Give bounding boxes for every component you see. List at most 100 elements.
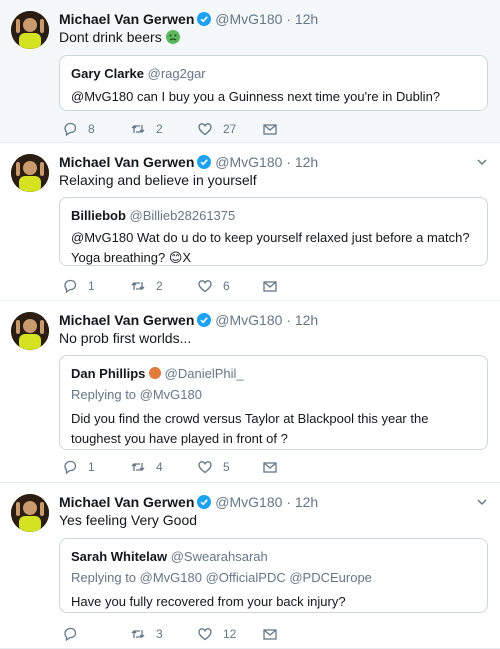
tweet-text-content: Dont drink beers xyxy=(59,29,162,45)
verified-badge-icon xyxy=(197,12,212,30)
direct-message-button[interactable] xyxy=(262,459,278,475)
tweet-actions: 3 12 xyxy=(62,626,282,642)
retweet-icon xyxy=(131,125,145,133)
quoted-text: Have you fully recovered from your back … xyxy=(71,594,346,609)
quoted-author-handle: @Billieb28261375 xyxy=(129,208,236,223)
separator-dot: · xyxy=(286,11,291,27)
tweet[interactable]: Michael Van Gerwen @MvG180 · 12h Yes fee… xyxy=(0,483,500,649)
chevron-down-icon[interactable] xyxy=(476,496,488,508)
quoted-text: @MvG180 Wat do u do to keep yourself rel… xyxy=(71,230,470,265)
author-handle[interactable]: @MvG180 xyxy=(215,312,282,328)
envelope-icon xyxy=(263,462,277,473)
avatar[interactable] xyxy=(11,312,49,350)
like-button[interactable]: 5 xyxy=(197,459,230,475)
heart-icon xyxy=(198,123,212,136)
quoted-author-name: Sarah Whitelaw xyxy=(71,549,168,564)
retweet-icon xyxy=(131,282,145,290)
verified-badge-icon xyxy=(197,313,212,331)
replying-to[interactable]: Replying to @MvG180 @OfficialPDC @PDCEur… xyxy=(71,569,476,587)
author-name[interactable]: Michael Van Gerwen xyxy=(59,154,194,170)
author-name[interactable]: Michael Van Gerwen xyxy=(59,312,194,328)
author-name[interactable]: Michael Van Gerwen xyxy=(59,11,194,27)
retweet-icon xyxy=(131,463,145,471)
avatar[interactable] xyxy=(11,154,49,192)
retweet-icon xyxy=(131,630,145,638)
reply-count: 1 xyxy=(88,279,95,293)
timestamp[interactable]: 12h xyxy=(295,11,318,27)
timestamp[interactable]: 12h xyxy=(295,154,318,170)
like-count: 12 xyxy=(223,627,237,641)
retweet-button[interactable]: 3 xyxy=(130,626,163,642)
quoted-text: @MvG180 can I buy you a Guinness next ti… xyxy=(71,89,441,104)
separator-dot: · xyxy=(286,312,291,328)
tweet[interactable]: Michael Van Gerwen @MvG180 · 12h No prob… xyxy=(0,301,500,483)
heart-icon xyxy=(198,280,212,293)
reply-button[interactable] xyxy=(62,626,88,642)
author-handle[interactable]: @MvG180 xyxy=(215,11,282,27)
retweet-button[interactable]: 2 xyxy=(130,278,163,294)
avatar[interactable] xyxy=(11,494,49,532)
quoted-tweet[interactable]: Sarah Whitelaw @Swearahsarah Replying to… xyxy=(59,538,488,613)
like-count: 27 xyxy=(223,122,237,136)
like-count: 5 xyxy=(223,460,230,474)
quoted-author-handle: @rag2gar xyxy=(147,66,206,81)
verified-badge-icon xyxy=(197,495,212,513)
avatar[interactable] xyxy=(11,11,49,49)
tweet[interactable]: Michael Van Gerwen @MvG180 · 12h Dont dr… xyxy=(0,0,500,143)
separator-dot: · xyxy=(286,154,291,170)
reply-button[interactable]: 1 xyxy=(62,278,95,294)
tweet-header: Michael Van Gerwen @MvG180 · 12h xyxy=(59,10,318,30)
reply-count: 8 xyxy=(88,122,95,136)
envelope-icon xyxy=(263,281,277,292)
direct-message-button[interactable] xyxy=(262,278,278,294)
like-button[interactable]: 6 xyxy=(197,278,230,294)
retweet-button[interactable]: 4 xyxy=(130,459,163,475)
tweet-feed: Michael Van Gerwen @MvG180 · 12h Dont dr… xyxy=(0,0,500,649)
tweet[interactable]: Michael Van Gerwen @MvG180 · 12h Relaxin… xyxy=(0,143,500,301)
author-handle[interactable]: @MvG180 xyxy=(215,494,282,510)
tweet-text: Dont drink beers xyxy=(59,28,180,46)
tweet-text: Relaxing and believe in yourself xyxy=(59,172,257,188)
tweet-actions: 1 4 5 xyxy=(62,459,282,475)
reply-icon xyxy=(64,122,77,137)
retweet-count: 2 xyxy=(156,279,163,293)
envelope-icon xyxy=(263,629,277,640)
quoted-tweet[interactable]: Billiebob @Billieb28261375 @MvG180 Wat d… xyxy=(59,197,488,266)
quoted-author-handle: @Swearahsarah xyxy=(170,549,268,564)
quoted-author-handle: @DanielPhil_ xyxy=(164,366,244,381)
tweet-header: Michael Van Gerwen @MvG180 · 12h xyxy=(59,153,318,173)
quoted-tweet[interactable]: Gary Clarke @rag2gar @MvG180 can I buy y… xyxy=(59,55,488,111)
replying-to[interactable]: Replying to @MvG180 xyxy=(71,386,476,404)
reply-button[interactable]: 8 xyxy=(62,121,95,137)
timestamp[interactable]: 12h xyxy=(295,312,318,328)
retweet-count: 3 xyxy=(156,627,163,641)
quoted-tweet[interactable]: Dan Phillips @DanielPhil_ Replying to @M… xyxy=(59,355,488,450)
tweet-actions: 1 2 6 xyxy=(62,278,282,294)
quoted-author-name: Dan Phillips xyxy=(71,366,146,381)
envelope-icon xyxy=(263,124,277,135)
heart-icon xyxy=(198,628,212,641)
direct-message-button[interactable] xyxy=(262,121,278,137)
nauseated-face-icon xyxy=(165,30,180,44)
like-button[interactable]: 12 xyxy=(197,626,236,642)
tweet-header: Michael Van Gerwen @MvG180 · 12h xyxy=(59,311,318,331)
reply-button[interactable]: 1 xyxy=(62,459,95,475)
heart-icon xyxy=(198,461,212,474)
like-button[interactable]: 27 xyxy=(197,121,236,137)
reply-count: 1 xyxy=(88,460,95,474)
direct-message-button[interactable] xyxy=(262,626,278,642)
author-handle[interactable]: @MvG180 xyxy=(215,154,282,170)
tweet-actions: 8 2 27 xyxy=(62,121,282,137)
chevron-down-icon[interactable] xyxy=(476,156,488,168)
retweet-button[interactable]: 2 xyxy=(130,121,163,137)
quoted-text: Did you find the crowd versus Taylor at … xyxy=(71,411,429,446)
author-name[interactable]: Michael Van Gerwen xyxy=(59,494,194,510)
reply-icon xyxy=(64,279,77,294)
like-count: 6 xyxy=(223,279,230,293)
timestamp[interactable]: 12h xyxy=(295,494,318,510)
reply-icon xyxy=(64,460,77,475)
separator-dot: · xyxy=(286,494,291,510)
tweet-header: Michael Van Gerwen @MvG180 · 12h xyxy=(59,493,318,513)
quoted-author-name: Gary Clarke xyxy=(71,66,144,81)
retweet-count: 4 xyxy=(156,460,163,474)
